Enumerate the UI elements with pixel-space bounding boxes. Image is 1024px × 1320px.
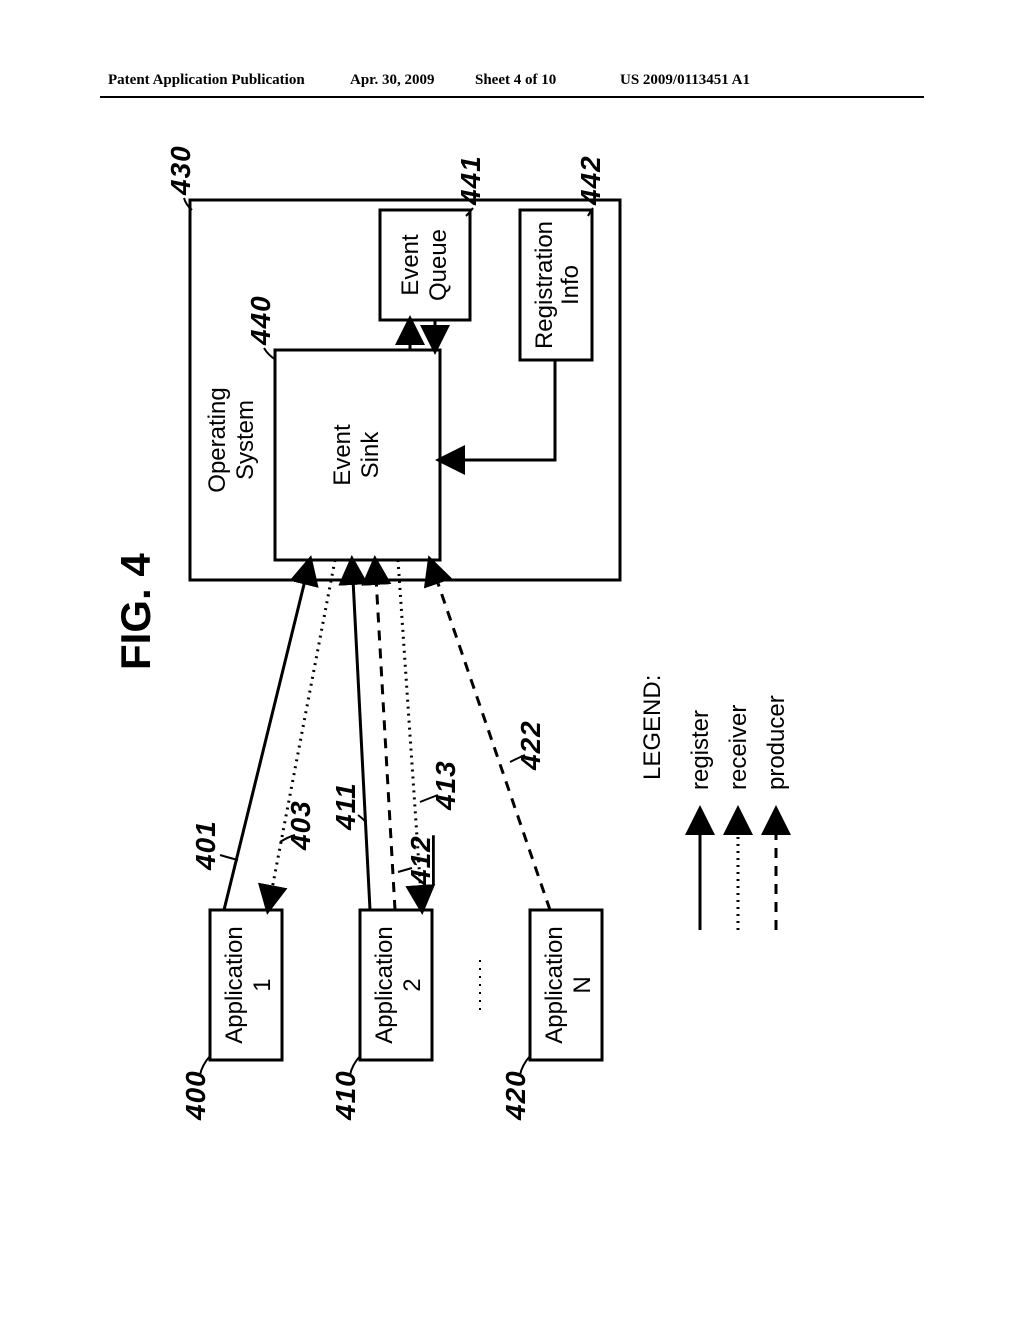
ref-430: 430 [165,145,196,196]
ref-412: 412 [405,835,436,886]
arrow-411 [352,560,370,910]
app2-line2: 2 [399,978,426,991]
app1-line1: Application [221,926,248,1043]
appN-line1: Application [541,926,568,1043]
figure-svg: FIG. 4 Application 1 400 Application 2 4… [0,0,1024,1320]
app2-group: Application 2 410 [330,910,432,1121]
appN-line2: N [569,976,596,993]
ref-411: 411 [330,782,361,831]
event-sink-line1: Event [329,424,356,486]
appN-group: Application N 420 [500,910,602,1121]
ref-422: 422 [515,720,546,771]
legend: LEGEND: register receiver producer [639,675,790,930]
ref-420: 420 [500,1070,531,1121]
event-queue-line2: Queue [425,229,452,301]
figure-title: FIG. 4 [112,553,159,670]
arrow-403 [268,560,335,910]
ref-442: 442 [575,155,606,206]
ref-400: 400 [180,1070,211,1121]
os-line2: System [232,400,259,480]
legend-register: register [687,710,714,790]
ref-440: 440 [245,295,276,346]
arrow-412 [375,560,395,910]
app1-group: Application 1 400 [180,910,282,1121]
app2-line1: Application [371,926,398,1043]
app1-line2: 1 [249,978,276,991]
legend-producer: producer [763,695,790,790]
os-line1: Operating [204,387,231,492]
leader-401 [220,855,238,860]
ref-441: 441 [455,155,486,206]
legend-receiver: receiver [725,705,752,790]
event-sink-line2: Sink [357,431,384,479]
legend-title: LEGEND: [639,675,666,780]
ref-403: 403 [285,800,316,851]
arrow-401 [224,560,310,910]
reg-info-line1: Registration [531,221,558,349]
ref-410: 410 [330,1070,361,1121]
ref-413: 413 [430,760,461,811]
ref-401: 401 [190,820,221,871]
event-queue-line1: Event [397,234,424,296]
reg-info-line2: Info [557,265,584,305]
event-queue-group: Event Queue 441 [380,155,486,350]
